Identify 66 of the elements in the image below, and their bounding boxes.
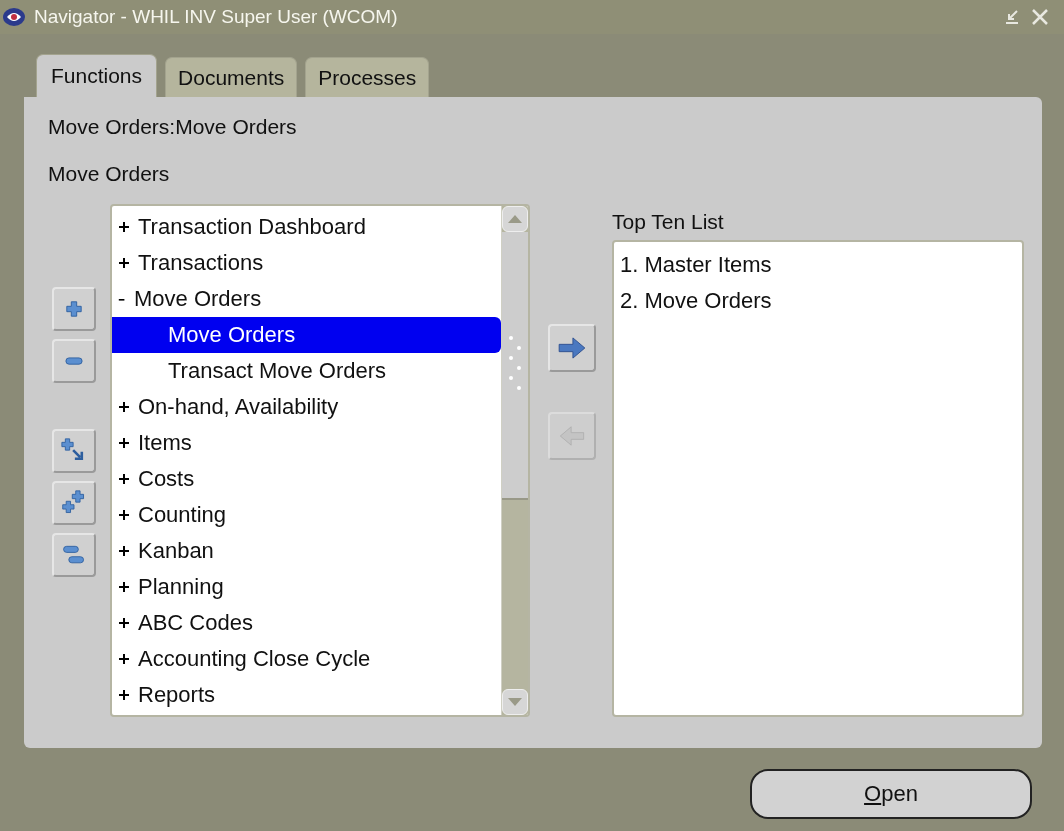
close-icon[interactable] xyxy=(1030,7,1050,27)
tree-item[interactable]: Transactions xyxy=(112,245,501,281)
plus-icon xyxy=(65,300,83,318)
tree-item[interactable]: Accounting Close Cycle xyxy=(112,641,501,677)
tree-item[interactable]: Items xyxy=(112,425,501,461)
plus-icon xyxy=(118,401,130,413)
left-arrow-icon xyxy=(559,426,585,446)
tree-item-label: Move Orders xyxy=(134,286,262,312)
plus-icon xyxy=(118,257,130,269)
up-arrow-icon[interactable] xyxy=(508,215,522,223)
current-function: Move Orders xyxy=(48,162,171,186)
plus-icon xyxy=(118,473,130,485)
plus-icon xyxy=(118,581,130,593)
app-logo-icon xyxy=(2,7,26,27)
tree-item-label: Transaction Dashboard xyxy=(138,214,366,240)
tree-item-label: Items xyxy=(138,430,192,456)
add-to-list-button[interactable] xyxy=(548,324,596,372)
expand-button[interactable] xyxy=(52,287,96,331)
tree-item-label: On-hand, Availability xyxy=(138,394,339,420)
tree-item-label: Transact Move Orders xyxy=(168,358,387,384)
open-button[interactable]: Open xyxy=(750,769,1032,819)
double-plus-icon xyxy=(61,490,87,516)
plus-icon xyxy=(118,509,130,521)
scroll-thumb[interactable] xyxy=(502,232,528,500)
tree-item[interactable]: Move Orders xyxy=(112,281,501,317)
plus-icon xyxy=(118,689,130,701)
collapse-all-button[interactable] xyxy=(52,533,96,577)
tree-item[interactable]: Move Orders xyxy=(112,317,501,353)
tree-item-label: ABC Codes xyxy=(138,610,253,636)
tab[interactable]: Functions xyxy=(36,54,158,97)
tree-item-label: Reports xyxy=(138,682,216,708)
down-arrow-icon[interactable] xyxy=(508,698,522,706)
tree-item-label: Planning xyxy=(138,574,224,600)
right-arrow-icon xyxy=(558,337,586,359)
tree-item[interactable]: Transaction Dashboard xyxy=(112,209,501,245)
tree-item[interactable]: Reports xyxy=(112,677,501,713)
tree-item[interactable]: Kanban xyxy=(112,533,501,569)
tree-item-label: Move Orders xyxy=(168,322,296,348)
collapse-button[interactable] xyxy=(52,339,96,383)
tree-item-label: Kanban xyxy=(138,538,214,564)
plus-icon xyxy=(118,437,130,449)
function-path: Move Orders:Move Orders xyxy=(48,115,298,139)
tree-item[interactable]: Planning xyxy=(112,569,501,605)
tree-item-label: Transactions xyxy=(138,250,264,276)
tab[interactable]: Processes xyxy=(305,57,430,97)
plus-icon xyxy=(118,617,130,629)
plus-icon xyxy=(118,653,130,665)
list-item[interactable]: 2. Move Orders xyxy=(620,288,1016,324)
expand-all-button[interactable] xyxy=(52,481,96,525)
tab[interactable]: Documents xyxy=(165,57,298,97)
list-title: Top Ten List xyxy=(612,210,725,235)
tree-item-label: Costs xyxy=(138,466,195,492)
tree-item[interactable]: Counting xyxy=(112,497,501,533)
tree-item[interactable]: Transact Move Orders xyxy=(112,353,501,389)
vertical-scrollbar[interactable] xyxy=(501,206,528,715)
tree-item[interactable]: ABC Codes xyxy=(112,605,501,641)
plus-icon xyxy=(118,221,130,233)
tree-item-label: Counting xyxy=(138,502,227,528)
minus-icon xyxy=(65,356,83,366)
plus-icon xyxy=(118,545,130,557)
list-item[interactable]: 1. Master Items xyxy=(620,252,1016,288)
expand-branch-button[interactable] xyxy=(52,429,96,473)
tree-item[interactable]: Costs xyxy=(112,461,501,497)
tree-item-label: Accounting Close Cycle xyxy=(138,646,371,672)
tree-item[interactable]: On-hand, Availability xyxy=(112,389,501,425)
window-title: Navigator - WHIL INV Super User (WCOM) xyxy=(34,6,398,28)
